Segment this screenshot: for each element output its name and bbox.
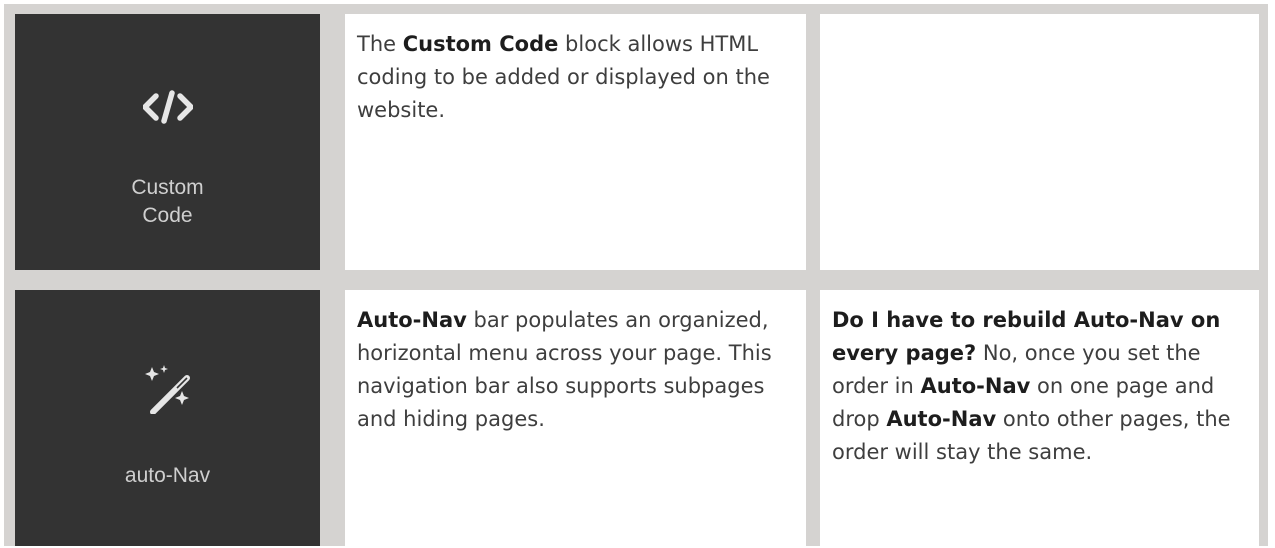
auto-nav-faq: Do I have to rebuild Auto-Nav on every p… (832, 304, 1245, 469)
tile-label-line: Code (142, 204, 193, 227)
text-span: The (357, 32, 403, 56)
code-brackets-icon (141, 90, 194, 128)
custom-code-block-tile: Custom Code (15, 14, 320, 270)
auto-nav-tile-label: auto-Nav (124, 464, 211, 487)
bold-term: Auto-Nav (886, 407, 997, 431)
bold-term: Custom Code (402, 32, 559, 56)
block-reference-table: Custom Code The Custom Code block allows… (4, 4, 1268, 546)
tile-label-line: Custom (131, 176, 204, 199)
empty-faq-cell (820, 14, 1259, 270)
auto-nav-description-cell: Auto-Nav bar populates an organized, hor… (345, 290, 806, 546)
custom-code-tile-label: Custom Code (15, 174, 320, 230)
custom-code-description-cell: The Custom Code block allows HTML coding… (345, 14, 806, 270)
custom-code-description: The Custom Code block allows HTML coding… (357, 28, 792, 127)
bold-term: Auto-Nav (920, 374, 1031, 398)
bold-term: Auto-Nav (357, 308, 467, 332)
auto-nav-faq-cell: Do I have to rebuild Auto-Nav on every p… (820, 290, 1259, 546)
auto-nav-description: Auto-Nav bar populates an organized, hor… (357, 304, 792, 436)
auto-nav-block-tile: auto-Nav (15, 290, 320, 546)
magic-wand-icon (144, 364, 192, 418)
